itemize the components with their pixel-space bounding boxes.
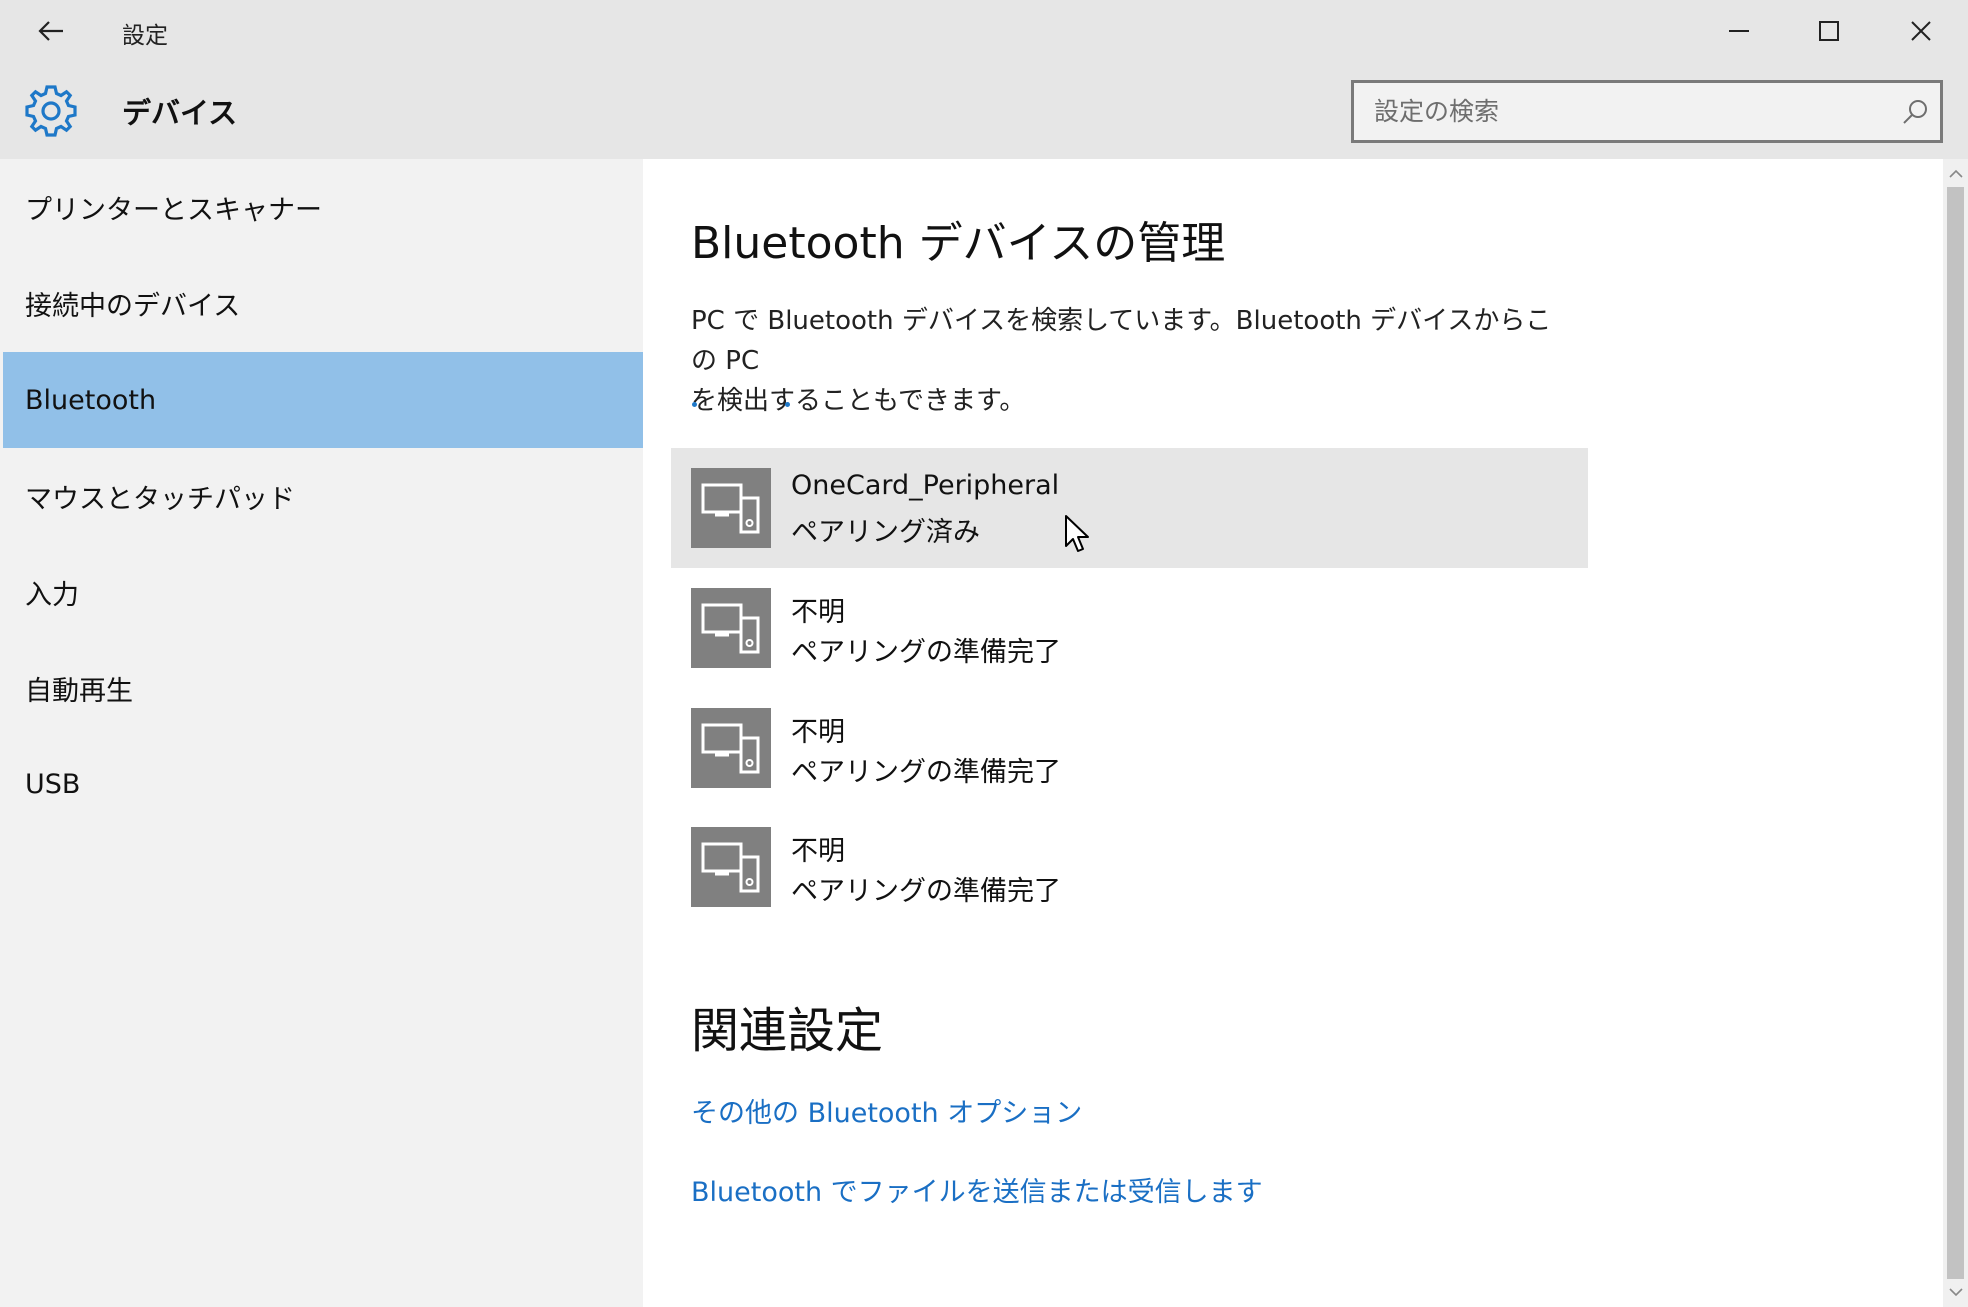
sidebar-item-usb[interactable]: USB [3,736,643,832]
back-button[interactable] [27,10,75,52]
device-item-unknown-2[interactable]: 不明 ペアリングの準備完了 [671,688,1588,808]
vertical-scrollbar[interactable] [1943,159,1968,1307]
page-description: PC で Bluetooth デバイスを検索しています。Bluetooth デバ… [691,301,1571,421]
sidebar-item-bluetooth[interactable]: Bluetooth [3,352,643,448]
scroll-up-button[interactable] [1943,161,1968,187]
progress-dot [785,402,790,407]
sidebar-item-autoplay[interactable]: 自動再生 [3,640,643,736]
device-status: ペアリングの準備完了 [791,876,1061,907]
related-settings-title: 関連設定 [691,1003,884,1059]
back-arrow-icon [38,21,63,41]
link-other-bluetooth-options[interactable]: その他の Bluetooth オプション [691,1091,1082,1130]
maximize-button[interactable] [1794,6,1864,56]
device-name: 不明 [791,836,845,867]
search-box[interactable] [1351,80,1943,143]
device-name: 不明 [791,597,845,628]
device-icon [691,708,771,788]
device-name: OneCard_Peripheral [791,470,1060,501]
progress-dot [692,402,697,407]
minimize-button[interactable] [1704,6,1774,56]
minimize-icon [1729,30,1749,32]
main-content: Bluetooth デバイスの管理 PC で Bluetooth デバイスを検索… [643,159,1943,1307]
scroll-thumb[interactable] [1947,187,1964,1279]
device-name: 不明 [791,717,845,748]
chevron-up-icon [1948,169,1963,178]
sidebar-item-mouse-touchpad[interactable]: マウスとタッチパッド [3,448,643,544]
search-icon[interactable] [1900,97,1930,127]
chevron-down-icon [1948,1288,1963,1297]
device-item-unknown-3[interactable]: 不明 ペアリングの準備完了 [671,807,1588,927]
sidebar-item-typing[interactable]: 入力 [3,544,643,640]
device-icon [691,588,771,668]
window-title: 設定 [122,23,168,49]
close-button[interactable] [1886,6,1956,56]
sidebar-item-printers-scanners[interactable]: プリンターとスキャナー [3,159,643,255]
search-input[interactable] [1354,83,1874,140]
page-title: Bluetooth デバイスの管理 [691,218,1226,269]
device-item-onecard[interactable]: OneCard_Peripheral ペアリング済み [671,448,1588,568]
device-icon [691,827,771,907]
gear-icon [25,85,77,137]
close-icon [1911,21,1931,41]
sidebar-item-connected-devices[interactable]: 接続中のデバイス [3,255,643,351]
device-status: ペアリングの準備完了 [791,637,1061,668]
title-bar: 設定 [0,0,1968,62]
link-send-receive-files[interactable]: Bluetooth でファイルを送信または受信します [691,1170,1263,1209]
maximize-icon [1819,21,1839,41]
scroll-down-button[interactable] [1943,1279,1968,1305]
device-icon [691,468,771,548]
section-title: デバイス [122,96,238,130]
device-item-unknown-1[interactable]: 不明 ペアリングの準備完了 [671,568,1588,688]
description-line-1: PC で Bluetooth デバイスを検索しています。Bluetooth デバ… [691,306,1552,376]
device-status: ペアリングの準備完了 [791,757,1061,788]
device-status: ペアリング済み [791,517,980,548]
sidebar: プリンターとスキャナー 接続中のデバイス Bluetooth マウスとタッチパッ… [0,159,643,1307]
description-line-2: を検出することもできます。 [691,386,1026,416]
